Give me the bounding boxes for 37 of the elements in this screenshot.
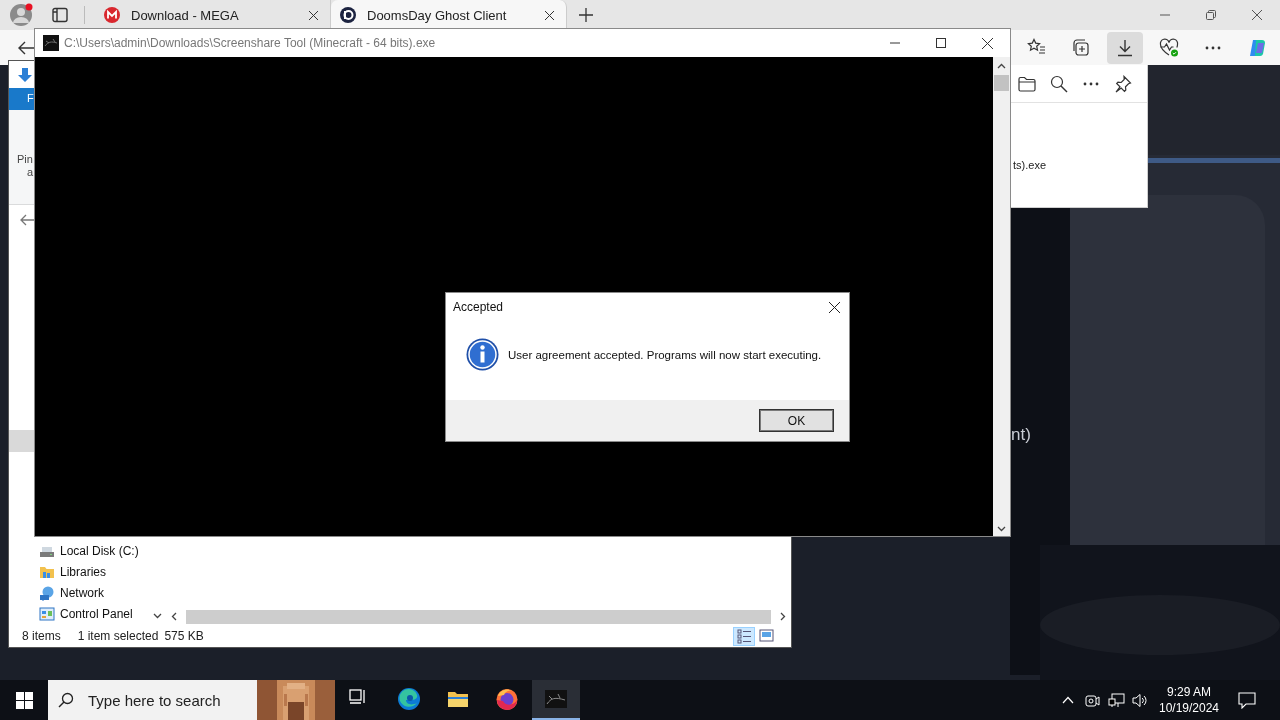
speaker-icon <box>1131 692 1149 708</box>
console-app-icon <box>43 35 59 51</box>
collections-icon <box>1071 37 1091 58</box>
close-icon[interactable] <box>308 10 318 20</box>
chevron-up-icon <box>1062 696 1074 704</box>
tab-actions-icon <box>52 7 68 23</box>
windows-logo-icon <box>15 691 33 709</box>
edge-logo-icon <box>397 687 421 711</box>
restore-icon[interactable] <box>1206 10 1216 20</box>
search-box[interactable]: Type here to search <box>48 680 335 720</box>
download-icon <box>1115 37 1135 58</box>
copilot-logo-icon <box>1247 37 1267 58</box>
network-icon <box>1107 692 1125 708</box>
site-logo-icon <box>340 7 356 23</box>
clock[interactable]: 9:29 AM 10/19/2024 <box>1152 680 1226 720</box>
window-title: C:\Users\admin\Downloads\Screenshare Tool (Minecraft - 64 bits).exe <box>64 36 436 50</box>
toolbar-button[interactable] <box>1107 31 1143 64</box>
tab-title: DoomsDay Ghost Client <box>367 7 508 23</box>
site-logo-icon <box>104 7 120 23</box>
console-app-icon <box>544 687 568 711</box>
plus-icon <box>579 8 593 22</box>
heartbeat-icon <box>1159 37 1179 58</box>
search-input[interactable]: Type here to search <box>86 690 257 710</box>
close-icon[interactable] <box>544 10 554 20</box>
search-icon <box>58 692 74 708</box>
speech-bubble-icon <box>1238 691 1256 709</box>
tab-title: Download - MEGA <box>131 7 240 23</box>
browser-tab[interactable]: DoomsDay Ghost Client <box>331 0 567 30</box>
firefox-logo-icon <box>495 687 519 711</box>
camera-icon <box>1084 692 1100 708</box>
more-icon <box>1205 45 1221 50</box>
close-icon[interactable] <box>1252 10 1262 20</box>
maximize-icon[interactable] <box>936 38 946 48</box>
back-arrow-icon <box>18 40 34 55</box>
taskbar-app-button[interactable] <box>532 680 580 720</box>
profile-avatar-icon[interactable] <box>10 3 34 27</box>
close-icon[interactable] <box>981 37 993 49</box>
